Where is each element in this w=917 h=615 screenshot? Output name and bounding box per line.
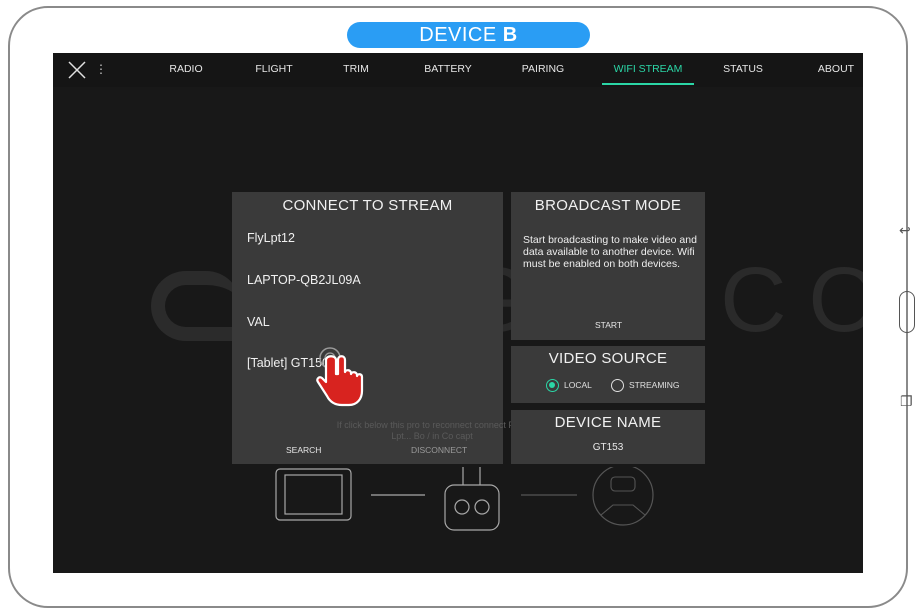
app-screen: ⋮ RADIO FLIGHT TRIM BATTERY PAIRING WIFI…	[53, 53, 863, 573]
device-label-letter: B	[502, 24, 518, 46]
tablet-icon	[275, 468, 352, 521]
menu-dots-icon[interactable]: ⋮	[95, 61, 107, 77]
radio-selected-icon	[546, 378, 559, 392]
tab-battery[interactable]: BATTERY	[408, 53, 488, 85]
device-diagram	[275, 467, 654, 531]
tab-about[interactable]: ABOUT	[801, 53, 863, 85]
drone-icon	[592, 467, 654, 526]
network-item[interactable]: VAL	[247, 315, 270, 329]
device-name-panel: DEVICE NAME GT153	[511, 410, 705, 464]
network-item[interactable]: FlyLpt12	[247, 231, 295, 245]
back-icon[interactable]: ↩	[899, 222, 911, 239]
reconnect-hint: If click below this pro to reconnect con…	[336, 420, 528, 441]
start-button[interactable]: START	[595, 320, 622, 330]
broadcast-mode-panel: BROADCAST MODE Start broadcasting to mak…	[511, 192, 705, 340]
radio-local-label: LOCAL	[564, 380, 592, 390]
radio-streaming-label: STREAMING	[629, 380, 680, 390]
device-name-value: GT153	[592, 442, 624, 453]
video-source-title: VIDEO SOURCE	[548, 350, 668, 367]
broadcast-description: Start broadcasting to make video and dat…	[523, 234, 697, 271]
radio-local[interactable]: LOCAL	[546, 378, 592, 392]
radio-streaming[interactable]: STREAMING	[611, 378, 680, 392]
tab-status[interactable]: STATUS	[708, 53, 778, 85]
connect-panel-title: CONNECT TO STREAM	[282, 197, 453, 214]
close-icon[interactable]	[67, 60, 87, 80]
hand-pointer-icon	[316, 347, 364, 407]
tab-pairing[interactable]: PAIRING	[503, 53, 583, 85]
remote-controller-icon	[444, 467, 500, 531]
device-label: DEVICE B	[347, 22, 590, 48]
home-button[interactable]	[899, 291, 915, 333]
tab-flight[interactable]: FLIGHT	[239, 53, 309, 85]
device-label-prefix: DEVICE	[419, 24, 497, 46]
top-nav-bar: ⋮ RADIO FLIGHT TRIM BATTERY PAIRING WIFI…	[53, 53, 863, 87]
radio-unselected-icon	[611, 378, 624, 392]
tab-radio[interactable]: RADIO	[151, 53, 221, 85]
device-name-title: DEVICE NAME	[554, 414, 662, 431]
broadcast-panel-title: BROADCAST MODE	[534, 197, 682, 214]
video-source-panel: VIDEO SOURCE LOCAL STREAMING	[511, 346, 705, 403]
disconnect-button[interactable]: DISCONNECT	[411, 445, 467, 455]
search-button[interactable]: SEARCH	[286, 445, 321, 455]
tab-wifi-stream[interactable]: WIFI STREAM	[602, 53, 694, 85]
network-item[interactable]: LAPTOP-QB2JL09A	[247, 273, 361, 287]
connect-to-stream-panel: CONNECT TO STREAM FlyLpt12 LAPTOP-QB2JL0…	[232, 192, 527, 464]
tab-trim[interactable]: TRIM	[321, 53, 391, 85]
recents-icon[interactable]: ❐	[900, 393, 913, 410]
